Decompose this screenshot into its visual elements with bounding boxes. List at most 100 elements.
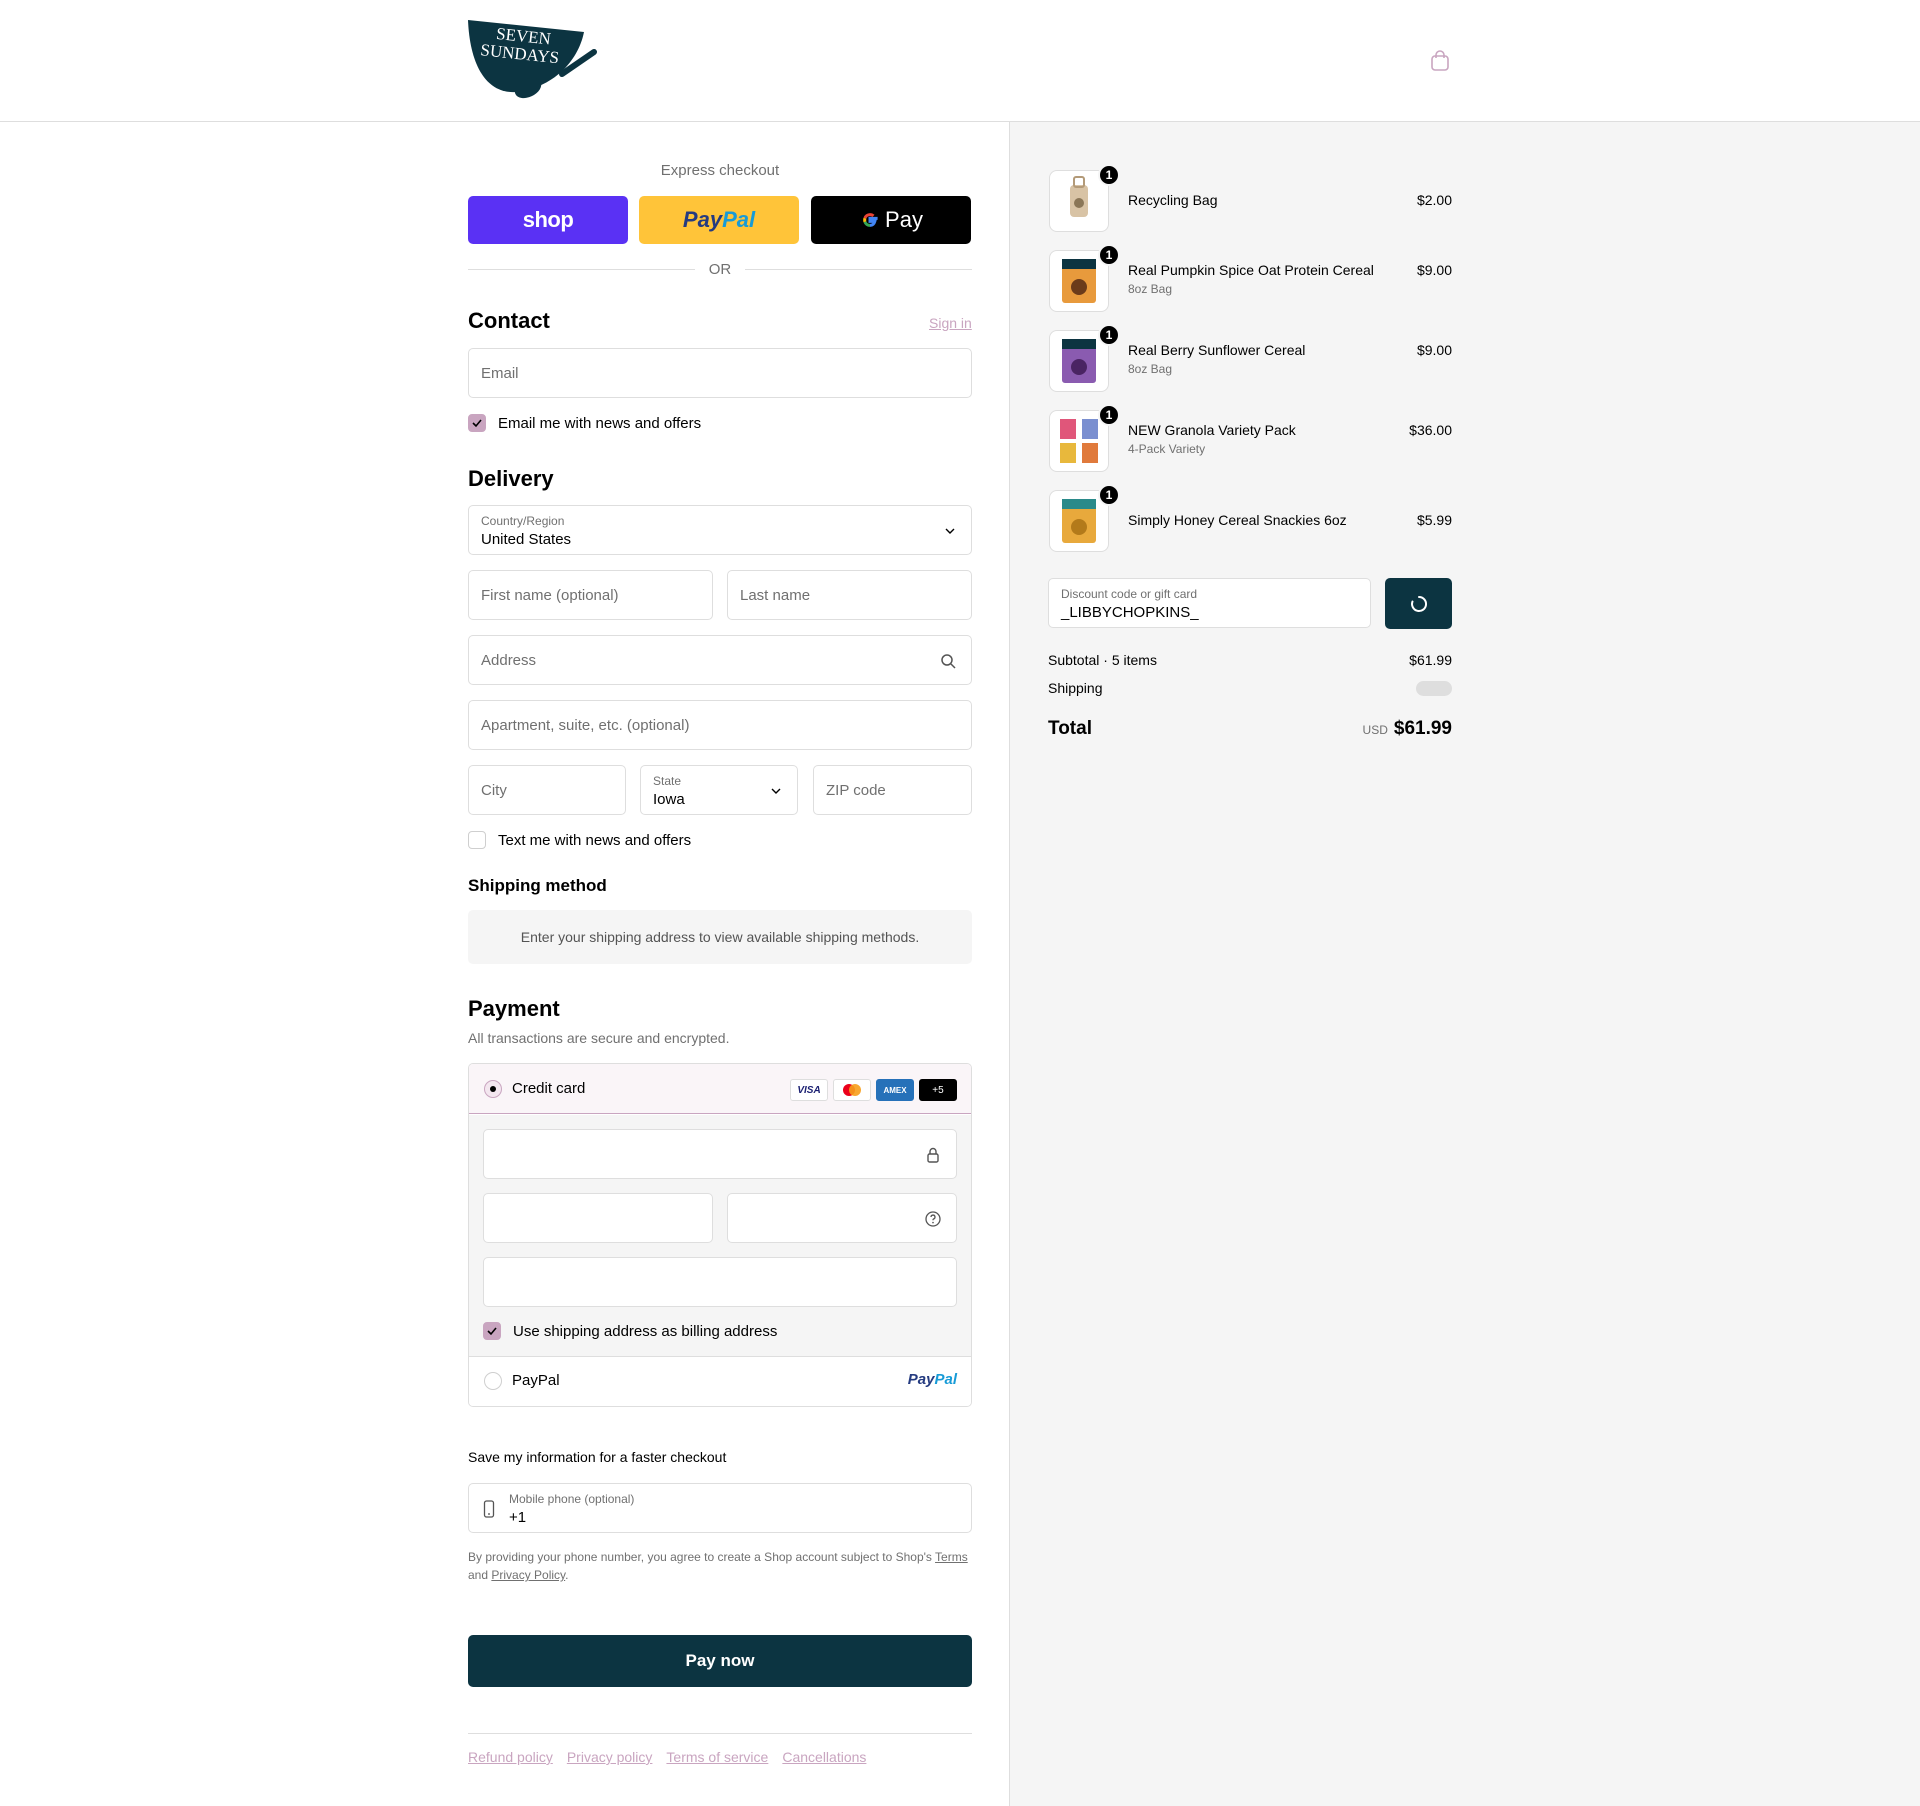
shop-pay-button[interactable]: shop [468, 196, 628, 244]
city-placeholder: City [481, 782, 507, 799]
disclaimer-text-3: . [565, 1568, 569, 1582]
item-name: Recycling Bag [1128, 192, 1218, 208]
privacy-policy-link[interactable]: Privacy policy [567, 1749, 653, 1765]
last-name-placeholder: Last name [740, 587, 811, 604]
search-icon [941, 654, 956, 669]
cancellations-link[interactable]: Cancellations [782, 1749, 866, 1765]
shipping-label: Shipping [1048, 680, 1103, 696]
currency-code: USD [1362, 723, 1388, 737]
terms-link[interactable]: Terms [935, 1550, 968, 1564]
header: SEVEN SUNDAYS [0, 0, 1920, 122]
state-select[interactable]: State Iowa [640, 765, 798, 815]
amex-icon: AMEX [876, 1079, 914, 1101]
paypal-option[interactable]: PayPal PayPal [469, 1356, 971, 1406]
shipping-method-placeholder: Enter your shipping address to view avai… [468, 910, 972, 964]
help-circle-icon[interactable] [924, 1210, 942, 1228]
country-value: United States [481, 531, 572, 548]
google-pay-label: Pay [885, 207, 923, 232]
mobile-phone-field[interactable]: Mobile phone (optional) +1 [468, 1483, 972, 1533]
paypal-logo-pal: Pal [934, 1371, 957, 1388]
total-value: $61.99 [1393, 718, 1452, 739]
email-field[interactable]: Email [468, 348, 972, 398]
email-news-checkbox-row[interactable]: Email me with news and offers [468, 413, 701, 433]
item-price: $36.00 [1409, 422, 1452, 438]
paypal-label-pal: Pal [722, 207, 756, 232]
quantity-badge: 1 [1098, 244, 1120, 266]
item-name: Real Berry Sunflower Cereal [1128, 342, 1306, 358]
text-news-label: Text me with news and offers [498, 831, 692, 849]
terms-of-service-link[interactable]: Terms of service [666, 1749, 768, 1765]
apply-discount-button[interactable] [1385, 578, 1452, 629]
discount-code-field[interactable]: Discount code or gift card _LIBBYCHOPKIN… [1048, 578, 1371, 628]
country-select[interactable]: Country/Region United States [468, 505, 972, 555]
order-item: 1 Real Berry Sunflower Cereal 8oz Bag $9… [1048, 324, 1452, 394]
item-price: $9.00 [1416, 262, 1452, 278]
card-number-field[interactable] [483, 1129, 957, 1179]
paypal-label-pay: Pay [682, 207, 723, 232]
address-field[interactable]: Address [468, 635, 972, 685]
email-news-checkbox[interactable] [468, 414, 486, 432]
zip-field[interactable]: ZIP code [813, 765, 972, 815]
apartment-field[interactable]: Apartment, suite, etc. (optional) [468, 700, 972, 750]
mobile-phone-label: Mobile phone (optional) [509, 1492, 635, 1506]
disclaimer-text-2: and [468, 1568, 492, 1582]
shipping-row: Shipping [1048, 680, 1452, 696]
item-price: $9.00 [1416, 342, 1452, 358]
apartment-placeholder: Apartment, suite, etc. (optional) [481, 717, 690, 734]
shipping-method-heading: Shipping method [468, 876, 607, 895]
shopping-bag-icon[interactable] [1430, 50, 1450, 72]
privacy-link[interactable]: Privacy Policy [491, 1568, 565, 1582]
name-on-card-field[interactable] [483, 1257, 957, 1307]
order-item: 1 Recycling Bag $2.00 [1048, 164, 1452, 234]
address-placeholder: Address [481, 652, 537, 669]
shipping-method-message: Enter your shipping address to view avai… [520, 929, 920, 945]
paypal-logo-pay: Pay [907, 1371, 935, 1388]
total-row: Total USD $61.99 [1048, 718, 1452, 742]
state-label: State [653, 774, 682, 788]
first-name-field[interactable]: First name (optional) [468, 570, 713, 620]
mobile-phone-value: +1 [509, 1509, 527, 1526]
refund-policy-link[interactable]: Refund policy [468, 1749, 553, 1765]
order-item: 1 Simply Honey Cereal Snackies 6oz $5.99 [1048, 484, 1452, 554]
expiration-date-field[interactable] [483, 1193, 713, 1243]
security-code-field[interactable] [727, 1193, 957, 1243]
lock-icon [927, 1147, 939, 1163]
shipping-value-placeholder [1416, 681, 1452, 696]
order-item: 1 Real Pumpkin Spice Oat Protein Cereal … [1048, 244, 1452, 314]
city-field[interactable]: City [468, 765, 626, 815]
pay-now-button[interactable]: Pay now [468, 1635, 972, 1687]
item-name: NEW Granola Variety Pack [1128, 422, 1296, 438]
subtotal-label: Subtotal · 5 items [1048, 652, 1157, 668]
text-news-checkbox-row[interactable]: Text me with news and offers [468, 830, 691, 850]
paypal-radio[interactable] [484, 1372, 502, 1390]
billing-address-checkbox[interactable] [483, 1322, 501, 1340]
payment-subtitle: All transactions are secure and encrypte… [468, 1030, 730, 1046]
delivery-heading: Delivery [468, 466, 554, 491]
seven-sundays-logo[interactable]: SEVEN SUNDAYS [466, 18, 602, 104]
footer-links: Refund policy Privacy policy Terms of se… [468, 1749, 866, 1765]
quantity-badge: 1 [1098, 324, 1120, 346]
disclaimer-text-1: By providing your phone number, you agre… [468, 1550, 936, 1564]
mastercard-circles [843, 1084, 861, 1096]
subtotal-value: $61.99 [1409, 652, 1452, 668]
paypal-express-button[interactable]: Pay Pal [639, 196, 799, 244]
country-label: Country/Region [481, 514, 565, 528]
sign-in-link[interactable]: Sign in [929, 315, 972, 331]
text-news-checkbox[interactable] [468, 831, 486, 849]
amex-label: AMEX [883, 1085, 907, 1095]
billing-address-checkbox-row[interactable]: Use shipping address as billing address [483, 1321, 777, 1341]
state-value: Iowa [653, 791, 685, 808]
paypal-label: PayPal [512, 1372, 560, 1389]
first-name-placeholder: First name (optional) [481, 587, 619, 604]
shop-pay-label: shop [522, 207, 574, 232]
discount-code-value: _LIBBYCHOPKINS_ [1061, 604, 1199, 621]
item-price: $5.99 [1416, 512, 1452, 528]
item-variant: 8oz Bag [1128, 282, 1173, 296]
credit-card-radio[interactable] [484, 1080, 502, 1098]
item-name: Simply Honey Cereal Snackies 6oz [1128, 512, 1347, 528]
total-label: Total [1048, 718, 1092, 739]
credit-card-option[interactable]: Credit card VISA AMEX +5 [469, 1064, 971, 1114]
google-pay-button[interactable]: Pay [811, 196, 971, 244]
quantity-badge: 1 [1098, 164, 1120, 186]
last-name-field[interactable]: Last name [727, 570, 972, 620]
